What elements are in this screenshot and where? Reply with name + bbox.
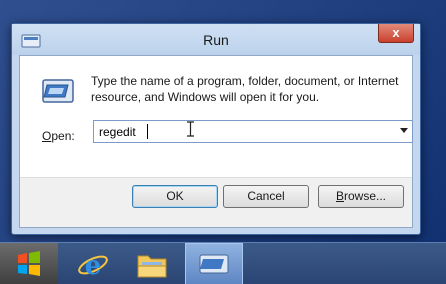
file-explorer-taskbar-button[interactable] <box>126 247 178 283</box>
open-label-accesskey: O <box>42 129 52 143</box>
browse-button[interactable]: Browse... <box>318 185 404 208</box>
windows-logo-icon <box>18 251 40 276</box>
open-label: Open: <box>42 129 75 143</box>
browse-accesskey: B <box>335 189 344 203</box>
cancel-button[interactable]: Cancel <box>223 185 309 208</box>
start-button[interactable] <box>0 243 58 284</box>
text-cursor <box>147 124 148 139</box>
file-explorer-icon <box>137 255 167 278</box>
run-taskbar-button[interactable] <box>185 243 243 284</box>
open-label-text: pen: <box>51 129 75 143</box>
window-title: Run <box>203 32 229 48</box>
browse-label: rowse... <box>344 189 387 203</box>
internet-explorer-icon: e <box>78 251 108 281</box>
ibeam-cursor-icon <box>187 121 194 137</box>
run-program-icon <box>42 79 74 103</box>
title-bar[interactable]: Run x <box>12 24 420 55</box>
run-dialog-icon <box>199 254 229 274</box>
taskbar: e <box>0 242 446 284</box>
close-button[interactable]: x <box>378 24 414 43</box>
ok-button[interactable]: OK <box>132 185 218 208</box>
open-combobox[interactable]: regedit <box>93 120 413 143</box>
svg-text:e: e <box>85 251 102 281</box>
internet-explorer-taskbar-button[interactable]: e <box>67 247 119 283</box>
open-input[interactable]: regedit <box>99 125 136 139</box>
dialog-description: Type the name of a program, folder, docu… <box>91 74 399 104</box>
run-dialog: Run x Type the name of a program, folder… <box>11 23 421 235</box>
chevron-down-icon[interactable] <box>400 128 408 133</box>
